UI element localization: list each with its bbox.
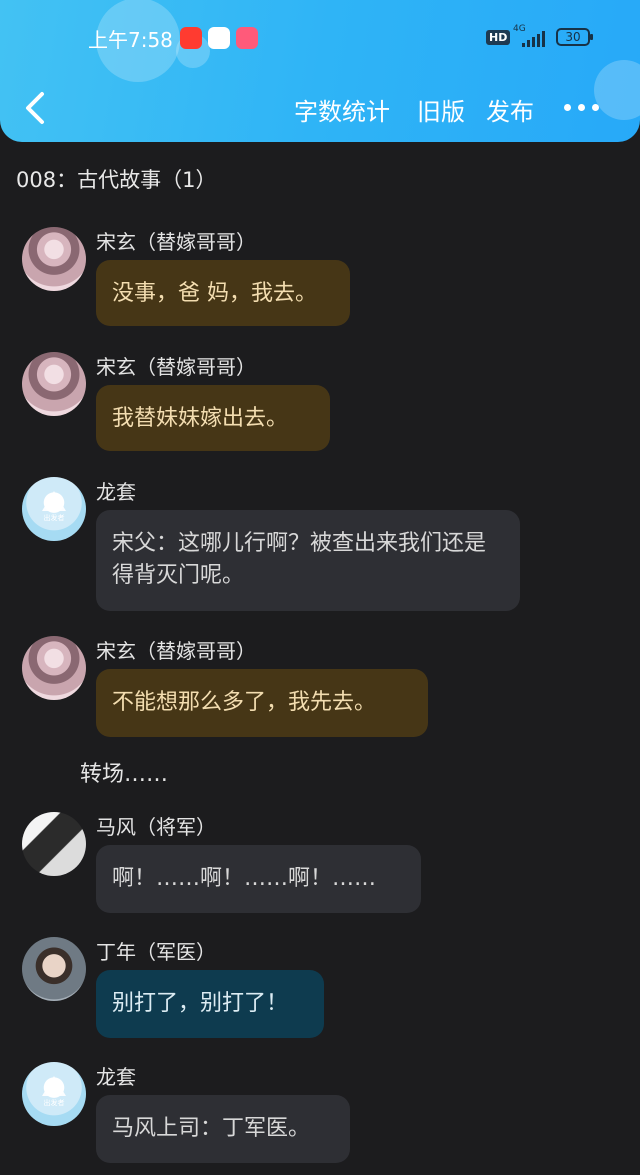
sender-name: 宋玄（替嫁哥哥） [96, 639, 256, 663]
message-bubble[interactable]: 没事，爸 妈，我去。 [96, 260, 350, 326]
social-app-icon [236, 27, 258, 49]
message-bubble[interactable]: 我替妹妹嫁出去。 [96, 385, 330, 451]
more-icon [564, 104, 571, 111]
mountain-logo-icon [42, 491, 66, 511]
weibo-app-icon [208, 27, 230, 49]
avatar-logo-text: 出发者 [43, 514, 65, 522]
scene-transition: 转场…… [80, 762, 169, 787]
top-header: 上午7:58 HD 4G 30 字数统计 旧版 发布 [0, 0, 640, 142]
word-count-button[interactable]: 字数统计 [294, 92, 390, 127]
message-bubble[interactable]: 不能想那么多了，我先去。 [96, 669, 428, 737]
avatar-song-xuan[interactable] [22, 636, 86, 700]
avatar-long-tao[interactable]: 出发者 [22, 1062, 86, 1126]
avatar-ding-nian[interactable] [22, 937, 86, 1001]
back-button[interactable] [20, 90, 50, 126]
avatar-long-tao[interactable]: 出发者 [22, 477, 86, 541]
publish-button[interactable]: 发布 [486, 92, 534, 127]
old-version-button[interactable]: 旧版 [417, 92, 465, 127]
chapter-title: 008：古代故事（1） [16, 168, 217, 192]
sender-name: 宋玄（替嫁哥哥） [96, 355, 256, 379]
message-bubble[interactable]: 马风上司：丁军医。 [96, 1095, 350, 1163]
message-bubble[interactable]: 啊！……啊！……啊！…… [96, 845, 421, 913]
avatar-song-xuan[interactable] [22, 352, 86, 416]
message-bubble[interactable]: 宋父：这哪儿行啊？被查出来我们还是得背灭门呢。 [96, 510, 520, 611]
sender-name: 龙套 [96, 480, 136, 504]
hd-badge: HD [486, 30, 511, 45]
signal-icon [522, 31, 548, 47]
sender-name: 马风（将军） [96, 815, 216, 839]
sender-name: 龙套 [96, 1065, 136, 1089]
decor-bubble [594, 60, 640, 120]
avatar-ma-feng[interactable] [22, 812, 86, 876]
video-app-icon [180, 27, 202, 49]
more-icon [578, 104, 585, 111]
avatar-song-xuan[interactable] [22, 227, 86, 291]
sender-name: 丁年（军医） [96, 940, 216, 964]
mountain-logo-icon [42, 1076, 66, 1096]
avatar-logo-text: 出发者 [43, 1099, 65, 1107]
message-bubble[interactable]: 别打了，别打了！ [96, 970, 324, 1038]
sender-name: 宋玄（替嫁哥哥） [96, 230, 256, 254]
more-icon [592, 104, 599, 111]
chevron-left-icon [26, 92, 44, 124]
battery-icon: 30 [556, 28, 593, 46]
status-time: 上午7:58 [88, 28, 173, 52]
more-button[interactable] [562, 96, 600, 116]
